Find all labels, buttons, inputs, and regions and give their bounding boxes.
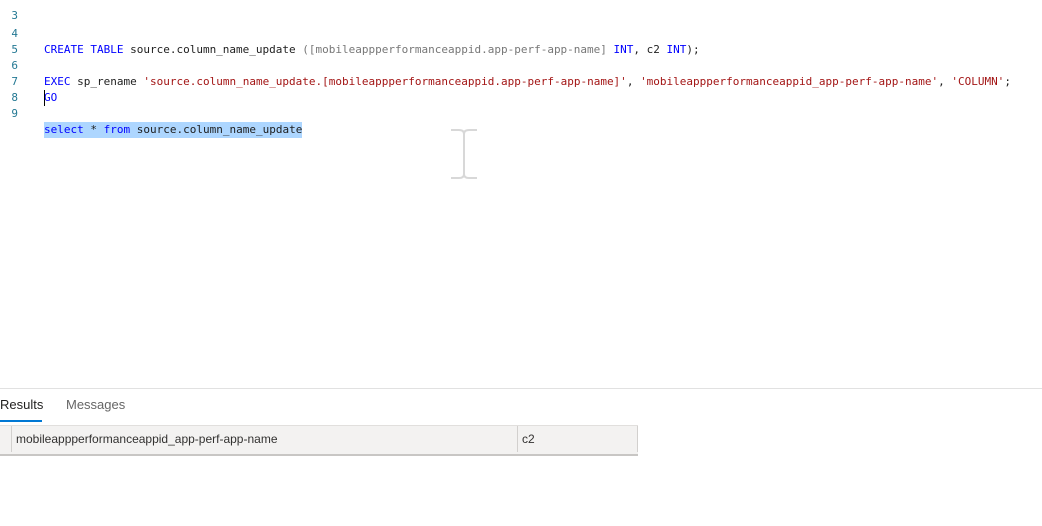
results-grid-header: mobileappperformanceappid_app-perf-app-n…	[0, 425, 638, 456]
row-selector-header[interactable]	[0, 426, 12, 452]
tab-results[interactable]: Results	[0, 397, 43, 412]
selected-code[interactable]: select * from source.column_name_update	[44, 122, 303, 138]
punctuation-token: );	[686, 43, 700, 56]
keyword-token: CREATE TABLE	[44, 43, 131, 56]
identifier-token: source.column_name_update	[130, 43, 303, 56]
column-header[interactable]: mobileappperformanceappid_app-perf-app-n…	[12, 426, 516, 452]
keyword-token: select	[44, 123, 84, 136]
editor-line: 9 select * from source.column_name_updat…	[0, 90, 303, 138]
column-header[interactable]: c2	[518, 426, 634, 452]
identifier-token: source.column_name_update	[130, 123, 303, 136]
editor-line: 8	[0, 74, 40, 104]
identifier-token: , c2	[633, 43, 667, 56]
editor-line: 4 CREATE TABLE source.column_name_update…	[0, 10, 699, 56]
editor-line: 6 EXEC sp_rename 'source.column_name_upd…	[0, 42, 1011, 88]
string-token: 'mobileappperformanceappid_app-perf-app-…	[640, 75, 939, 88]
identifier-token: sp_rename	[77, 75, 144, 88]
keyword-token: EXEC	[44, 75, 78, 88]
line-number: 9	[11, 107, 18, 120]
text-caret	[44, 90, 45, 106]
query-editor[interactable]: 3 4 CREATE TABLE source.column_name_upda…	[0, 0, 1042, 388]
keyword-token: GO	[44, 91, 58, 104]
results-panel: Results Messages mobileappperformanceapp…	[0, 388, 1042, 526]
code-text: GO	[44, 90, 57, 106]
column-resizer[interactable]	[637, 426, 638, 452]
punctuation-token: ,	[938, 75, 952, 88]
punctuation-token: ,	[626, 75, 641, 88]
tab-messages[interactable]: Messages	[66, 397, 125, 412]
app-root: 3 4 CREATE TABLE source.column_name_upda…	[0, 0, 1042, 526]
identifier-token: *	[83, 123, 104, 136]
editor-line: 7 GO	[0, 58, 57, 104]
keyword-token: from	[103, 123, 131, 136]
ibeam-cursor-icon	[451, 129, 477, 179]
string-token: 'source.column_name_update.[mobileappper…	[143, 75, 627, 88]
code-text: EXEC sp_rename 'source.column_name_updat…	[44, 74, 1011, 90]
column-token: ([mobileappperformanceappid.app-perf-app…	[302, 43, 614, 56]
active-tab-indicator	[0, 420, 42, 422]
code-text: CREATE TABLE source.column_name_update (…	[44, 42, 700, 58]
editor-line: 5	[0, 26, 40, 56]
string-token: 'COLUMN'	[951, 75, 1005, 88]
results-tabs: Results Messages	[0, 389, 1042, 423]
keyword-token: INT	[613, 43, 634, 56]
keyword-token: INT	[666, 43, 687, 56]
editor-line: 3	[0, 0, 40, 22]
punctuation-token: ;	[1004, 75, 1011, 88]
